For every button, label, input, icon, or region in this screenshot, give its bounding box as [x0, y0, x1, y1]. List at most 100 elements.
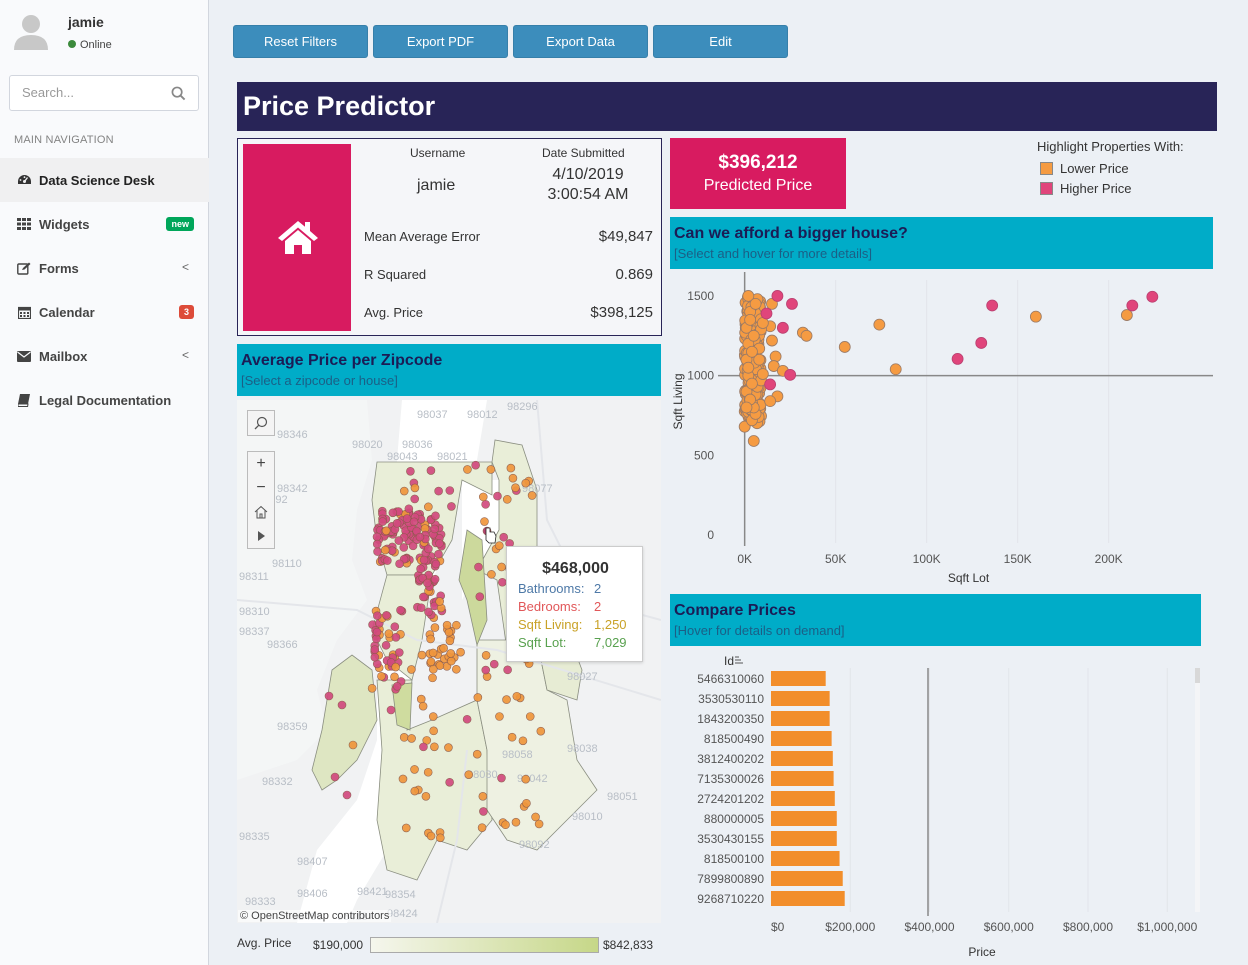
- scatter-point[interactable]: [889, 363, 902, 376]
- house-dot[interactable]: [386, 705, 396, 715]
- house-dot[interactable]: [391, 632, 401, 642]
- scatter-chart[interactable]: 0K 50K 100K 150K 200K 0 500 1000 1500 Sqft Lot Sqf…: [666, 270, 1226, 590]
- scatter-point[interactable]: [951, 353, 964, 365]
- house-dot[interactable]: [480, 517, 489, 526]
- house-dot[interactable]: [372, 627, 382, 637]
- house-dot[interactable]: [342, 790, 352, 800]
- house-dot[interactable]: [417, 650, 427, 660]
- price-bar[interactable]: [771, 731, 832, 746]
- house-dot[interactable]: [445, 778, 454, 787]
- house-dot[interactable]: [478, 792, 488, 801]
- scatter-point[interactable]: [769, 350, 782, 363]
- house-dot[interactable]: [410, 483, 420, 493]
- scatter-point[interactable]: [1126, 299, 1139, 312]
- legend-item-higher-price[interactable]: Higher Price: [1040, 178, 1184, 198]
- house-dot[interactable]: [452, 664, 461, 674]
- house-dot[interactable]: [380, 545, 390, 555]
- house-dot[interactable]: [497, 773, 506, 783]
- house-dot[interactable]: [416, 694, 426, 704]
- house-dot[interactable]: [489, 659, 499, 669]
- search-input[interactable]: [22, 85, 162, 100]
- house-dot[interactable]: [472, 749, 482, 759]
- house-dot[interactable]: [378, 517, 387, 526]
- sidebar-item-mailbox[interactable]: Mailbox <: [0, 334, 209, 378]
- house-dot[interactable]: [522, 798, 531, 808]
- house-dot[interactable]: [445, 636, 455, 646]
- house-dot[interactable]: [418, 701, 428, 711]
- scatter-point[interactable]: [975, 337, 988, 349]
- house-dot[interactable]: [423, 578, 432, 588]
- house-dot[interactable]: [478, 492, 488, 502]
- house-dot[interactable]: [409, 517, 419, 527]
- house-dot[interactable]: [481, 500, 490, 509]
- price-bar[interactable]: [771, 751, 833, 766]
- house-dot[interactable]: [430, 623, 440, 632]
- scrollbar-thumb[interactable]: [1195, 668, 1200, 683]
- house-dot[interactable]: [435, 539, 444, 548]
- house-dot[interactable]: [512, 691, 522, 701]
- house-dot[interactable]: [410, 786, 420, 796]
- house-dot[interactable]: [428, 712, 438, 721]
- price-bar[interactable]: [771, 711, 830, 726]
- sidebar-item-forms[interactable]: Forms <: [0, 246, 209, 290]
- price-bar[interactable]: [771, 791, 835, 806]
- scatter-point[interactable]: [746, 345, 758, 358]
- house-dot[interactable]: [495, 712, 504, 721]
- house-dot[interactable]: [502, 695, 511, 704]
- house-dot[interactable]: [394, 536, 404, 545]
- house-dot[interactable]: [481, 650, 491, 660]
- house-dot[interactable]: [415, 532, 425, 542]
- house-dot[interactable]: [486, 465, 496, 474]
- house-dot[interactable]: [424, 544, 433, 554]
- scatter-point[interactable]: [873, 318, 886, 331]
- house-dot[interactable]: [471, 460, 480, 470]
- export-data-button[interactable]: Export Data: [513, 25, 648, 58]
- house-dot[interactable]: [464, 770, 474, 779]
- sidebar-item-legal-documentation[interactable]: Legal Documentation: [0, 378, 209, 422]
- scatter-point[interactable]: [747, 329, 760, 342]
- house-dot[interactable]: [426, 466, 436, 475]
- house-dot[interactable]: [447, 502, 456, 511]
- sidebar-item-data-science-desk[interactable]: Data Science Desk: [0, 158, 209, 202]
- house-dot[interactable]: [446, 649, 456, 658]
- house-dot[interactable]: [410, 765, 419, 774]
- house-dot[interactable]: [435, 597, 444, 606]
- house-dot[interactable]: [462, 714, 472, 724]
- house-dot[interactable]: [404, 504, 414, 514]
- map-tools-button[interactable]: [248, 524, 274, 548]
- house-dot[interactable]: [521, 478, 531, 488]
- price-bar[interactable]: [771, 891, 845, 906]
- price-bar[interactable]: [771, 691, 830, 706]
- scatter-point[interactable]: [744, 313, 757, 326]
- house-dot[interactable]: [497, 562, 506, 572]
- house-dot[interactable]: [444, 743, 453, 752]
- house-dot[interactable]: [501, 820, 510, 830]
- map-attribution[interactable]: © OpenStreetMap contributors: [238, 910, 392, 922]
- house-dot[interactable]: [382, 611, 391, 620]
- price-bar[interactable]: [771, 831, 837, 846]
- house-dot[interactable]: [431, 511, 440, 521]
- house-dot[interactable]: [436, 833, 445, 843]
- house-dot[interactable]: [324, 691, 334, 701]
- house-dot[interactable]: [390, 622, 400, 632]
- house-dot[interactable]: [493, 491, 502, 501]
- scatter-point[interactable]: [1146, 290, 1159, 303]
- house-dot[interactable]: [445, 486, 455, 495]
- house-dot[interactable]: [428, 648, 438, 658]
- house-dot[interactable]: [430, 524, 440, 534]
- reset-map-button[interactable]: [248, 500, 274, 524]
- zoom-out-button[interactable]: −: [248, 476, 274, 500]
- house-dot[interactable]: [507, 732, 517, 742]
- house-dot[interactable]: [495, 541, 504, 550]
- price-bar[interactable]: [771, 811, 837, 826]
- price-bar[interactable]: [771, 871, 843, 886]
- house-dot[interactable]: [392, 519, 402, 528]
- scatter-point[interactable]: [747, 435, 760, 447]
- house-dot[interactable]: [373, 611, 382, 620]
- scatter-point[interactable]: [742, 361, 755, 374]
- house-dot[interactable]: [428, 664, 438, 674]
- house-dot[interactable]: [518, 736, 528, 746]
- house-dot[interactable]: [481, 665, 491, 675]
- house-dot[interactable]: [430, 742, 439, 752]
- house-dot[interactable]: [381, 640, 391, 650]
